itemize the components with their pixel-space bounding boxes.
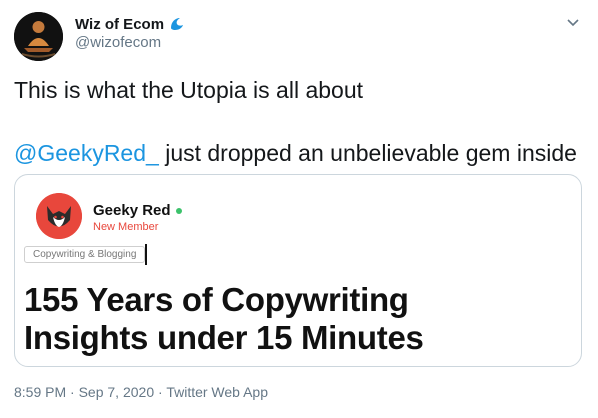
author-avatar[interactable] bbox=[14, 12, 63, 61]
tweet-text-rest: just dropped an unbelievable gem inside bbox=[158, 140, 577, 166]
online-status-dot bbox=[175, 207, 182, 214]
tweet-source[interactable]: Twitter Web App bbox=[166, 384, 268, 400]
tweet-meta: 8:59 PM · Sep 7, 2020 · Twitter Web App bbox=[14, 384, 268, 400]
tweet-text-line2: @GeekyRed_ just dropped an unbelievable … bbox=[14, 139, 577, 167]
card-user-role: New Member bbox=[93, 221, 159, 233]
tweet-date[interactable]: Sep 7, 2020 bbox=[79, 384, 155, 400]
tweet-time[interactable]: 8:59 PM bbox=[14, 384, 66, 400]
wave-icon bbox=[169, 16, 185, 32]
card-avatar bbox=[36, 193, 82, 239]
mention-link[interactable]: @GeekyRed_ bbox=[14, 140, 159, 166]
card-title-line2: Insights under 15 Minutes bbox=[24, 319, 424, 356]
author-name[interactable]: Wiz of Ecom bbox=[75, 16, 164, 33]
card-user-name: Geeky Red bbox=[93, 202, 182, 219]
avatar-image bbox=[14, 12, 63, 61]
author-block: Wiz of Ecom @wizofecom bbox=[75, 14, 185, 51]
tweet: Wiz of Ecom @wizofecom This is what the … bbox=[0, 0, 598, 418]
card-title: 155 Years of Copywriting Insights under … bbox=[24, 281, 424, 357]
card-title-line1: 155 Years of Copywriting bbox=[24, 281, 409, 318]
card-user-name-text: Geeky Red bbox=[93, 202, 171, 219]
tweet-text-line1: This is what the Utopia is all about bbox=[14, 77, 364, 103]
chevron-down-icon[interactable] bbox=[565, 14, 581, 30]
meta-separator: · bbox=[154, 384, 167, 400]
meta-separator: · bbox=[66, 384, 79, 400]
media-card[interactable]: Geeky Red New Member Copywriting & Blogg… bbox=[14, 174, 582, 367]
category-tag: Copywriting & Blogging bbox=[24, 246, 146, 263]
text-cursor bbox=[145, 244, 147, 265]
author-handle[interactable]: @wizofecom bbox=[75, 34, 185, 51]
